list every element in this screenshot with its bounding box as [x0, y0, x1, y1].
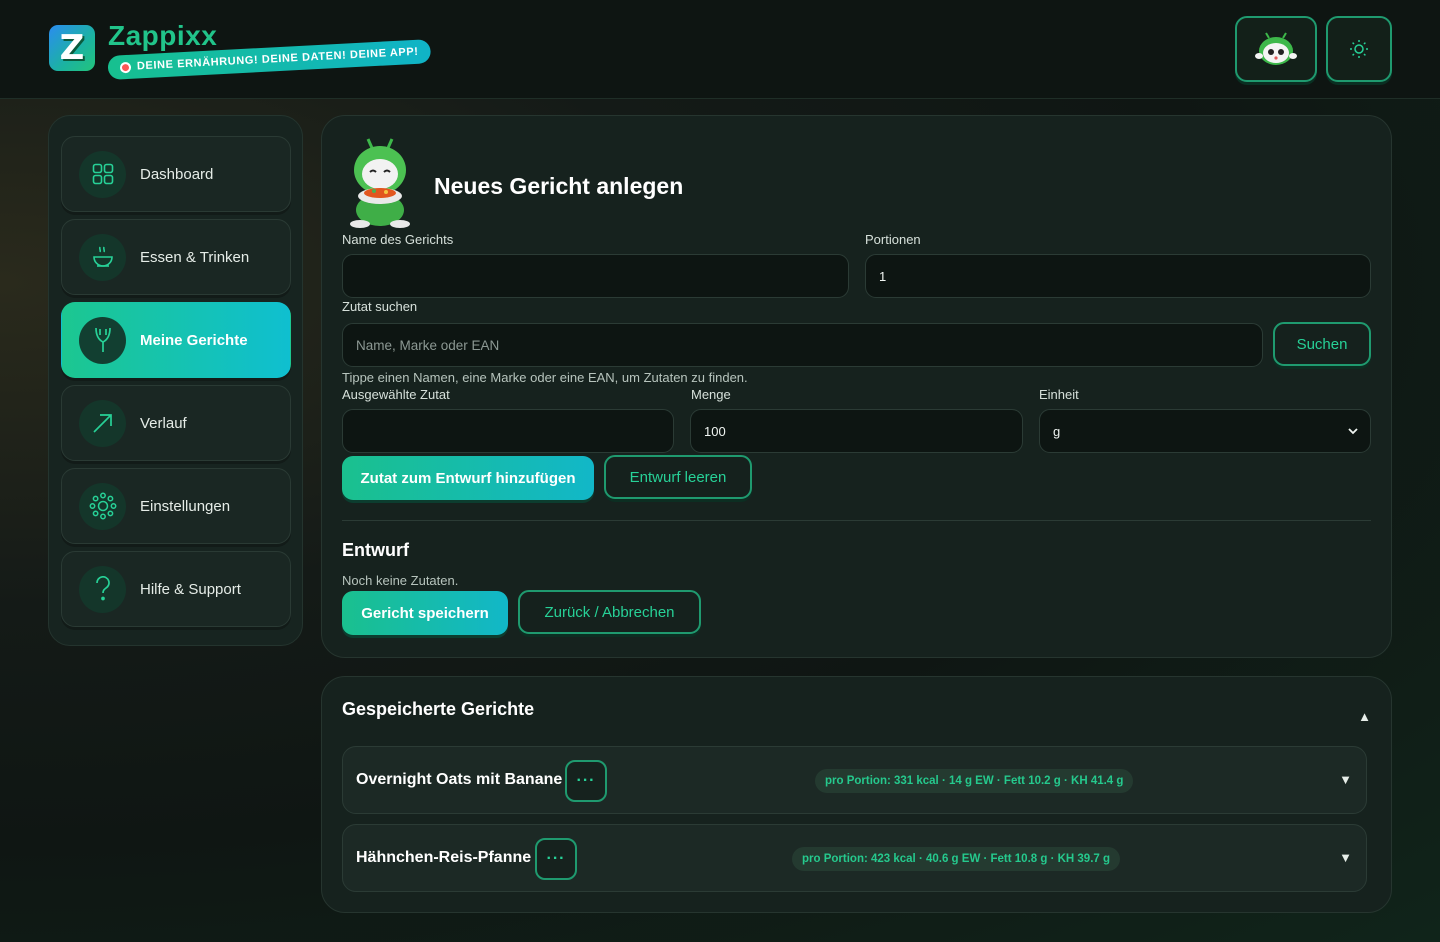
profile-button[interactable]	[1235, 16, 1317, 82]
expand-icon[interactable]: ▼	[1339, 772, 1352, 787]
sun-icon	[1350, 40, 1368, 58]
trend-arrow-icon	[79, 399, 126, 447]
top-bar: Z Zappixx DEINE ERNÄHRUNG! DEINE DATEN! …	[0, 0, 1440, 99]
amount-label: Menge	[691, 387, 731, 402]
sidebar-item-label: Einstellungen	[140, 497, 231, 515]
app-logo[interactable]: Z	[49, 25, 95, 71]
fork-icon	[79, 316, 126, 364]
dish-menu-button[interactable]: ···	[565, 760, 607, 802]
bowl-icon	[79, 233, 126, 281]
expand-icon[interactable]: ▼	[1339, 850, 1352, 865]
save-dish-button[interactable]: Gericht speichern	[342, 591, 508, 635]
sidebar-item-essen-trinken[interactable]: Essen & Trinken	[61, 219, 291, 295]
page-title: Neues Gericht anlegen	[434, 173, 684, 199]
unit-label: Einheit	[1039, 387, 1079, 402]
cancel-button[interactable]: Zurück / Abbrechen	[518, 590, 701, 634]
chevron-down-icon	[1348, 427, 1358, 434]
search-button[interactable]: Suchen	[1273, 322, 1371, 366]
sidebar-item-label: Essen & Trinken	[140, 248, 250, 266]
collapse-icon[interactable]: ▲	[1358, 709, 1371, 724]
target-icon	[119, 61, 132, 73]
amount-field[interactable]: 100	[690, 409, 1023, 453]
sidebar-item-meine-gerichte[interactable]: Meine Gerichte	[61, 302, 291, 378]
section-divider	[342, 520, 1371, 521]
gear-icon	[79, 482, 126, 530]
search-hint: Tippe einen Namen, eine Marke oder eine …	[342, 370, 748, 385]
add-ingredient-button[interactable]: Zutat zum Entwurf hinzufügen	[342, 456, 594, 500]
saved-dishes-card: Gespeicherte Gerichte ▲ Overnight Oats m…	[321, 676, 1392, 913]
nutrition-badge: pro Portion: 423 kcal · 40.6 g EW · Fett…	[792, 847, 1121, 871]
portions-label: Portionen	[865, 232, 921, 247]
dish-row[interactable]: Hähnchen-Reis-Pfanne ··· pro Portion: 42…	[342, 824, 1367, 892]
draft-empty-text: Noch keine Zutaten.	[342, 573, 459, 588]
question-icon	[79, 565, 126, 613]
sidebar-item-einstellungen[interactable]: Einstellungen	[61, 468, 291, 544]
ingredient-search-label: Zutat suchen	[342, 299, 418, 314]
mascot-chef-icon	[350, 138, 410, 228]
theme-toggle-button[interactable]	[1326, 16, 1392, 82]
dish-name: Hähnchen-Reis-Pfanne	[356, 849, 532, 866]
unit-select-value: g	[1053, 423, 1061, 439]
dish-name-label: Name des Gerichts	[342, 232, 454, 247]
ingredient-search-input[interactable]: Name, Marke oder EAN	[342, 323, 1263, 367]
app-name: Zappixx	[108, 20, 218, 51]
draft-title: Entwurf	[342, 540, 409, 560]
sidebar-item-label: Dashboard	[140, 165, 214, 183]
clear-draft-button[interactable]: Entwurf leeren	[604, 455, 752, 499]
sidebar-item-label: Hilfe & Support	[140, 580, 241, 598]
logo-letter: Z	[59, 28, 85, 68]
portions-field[interactable]: 1	[865, 254, 1371, 298]
sidebar-nav: Dashboard Essen & Trinken Meine Gerichte	[48, 115, 303, 646]
dish-row[interactable]: Overnight Oats mit Banane ··· pro Portio…	[342, 746, 1367, 814]
dish-name: Overnight Oats mit Banane	[356, 771, 563, 788]
unit-select[interactable]: g	[1039, 409, 1371, 453]
dish-menu-button[interactable]: ···	[535, 838, 577, 880]
sidebar-item-verlauf[interactable]: Verlauf	[61, 385, 291, 461]
grid-icon	[79, 150, 126, 198]
selected-ingredient-label: Ausgewählte Zutat	[342, 387, 450, 402]
sidebar-item-label: Verlauf	[140, 414, 187, 432]
new-dish-card: Neues Gericht anlegen Name des Gerichts …	[321, 115, 1392, 658]
sidebar-item-dashboard[interactable]: Dashboard	[61, 136, 291, 212]
mascot-avatar-icon	[1255, 32, 1297, 65]
sidebar-item-label: Meine Gerichte	[140, 331, 248, 349]
saved-dishes-title: Gespeicherte Gerichte	[342, 699, 535, 719]
dish-name-field[interactable]	[342, 254, 849, 298]
selected-ingredient-field[interactable]	[342, 409, 674, 453]
sidebar-item-hilfe-support[interactable]: Hilfe & Support	[61, 551, 291, 627]
nutrition-badge: pro Portion: 331 kcal · 14 g EW · Fett 1…	[815, 769, 1134, 793]
